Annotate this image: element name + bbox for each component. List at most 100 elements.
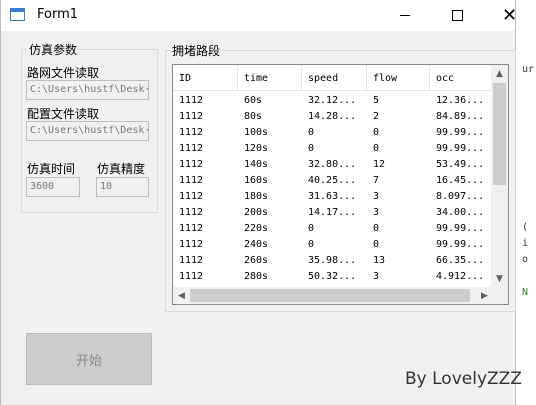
minimize-icon xyxy=(399,15,410,16)
table-cell-id: 1112 xyxy=(179,223,204,234)
table-row[interactable]: 1112 260s 35.98... 13 66.35... xyxy=(173,253,493,269)
table-cell-flow: 2 xyxy=(367,285,430,286)
sim-precision-label: 仿真精度 xyxy=(97,162,146,176)
table-cell-speed: 27.40... xyxy=(302,285,367,286)
sim-params-group-title: 仿真参数 xyxy=(27,41,80,58)
minimize-button[interactable] xyxy=(382,0,427,31)
table-cell-occ: 4.912... xyxy=(436,271,485,282)
table-cell-speed: 40.25... xyxy=(308,175,357,186)
vertical-scrollbar[interactable]: ▲ ▼ xyxy=(491,65,508,287)
table-cell-occ: 16.45... xyxy=(436,175,485,186)
table-cell-occ: 12.36... xyxy=(436,95,485,106)
table-cell-time: 180s xyxy=(244,191,269,202)
config-file-label: 配置文件读取 xyxy=(27,107,100,121)
table-row[interactable]: 1112 140s 32.80... 12 53.49... xyxy=(173,157,493,173)
table-cell-speed: 31.63... xyxy=(308,191,357,202)
table-cell-flow: 7 xyxy=(373,175,380,186)
table-cell-occ: 99.99... xyxy=(436,143,485,154)
watermark-text: By LovelyZZZ xyxy=(405,369,522,389)
sim-time-label: 仿真时间 xyxy=(27,162,76,176)
title-bar[interactable]: Form1 ✕ xyxy=(1,0,517,31)
table-cell-occ: 34.00... xyxy=(436,207,485,218)
column-header-speed[interactable]: speed xyxy=(302,65,367,91)
table-cell-time: 140s xyxy=(244,159,269,170)
table-row[interactable]: 1112 200s 14.17... 3 34.00... xyxy=(173,205,493,221)
congestion-table[interactable]: ID time speed flow occ 1112 60s 32.12... 5 1… xyxy=(172,64,509,305)
column-header-flow[interactable]: flow xyxy=(367,65,430,91)
table-cell-occ: 99.99... xyxy=(436,127,485,138)
app-icon xyxy=(10,8,25,21)
table-row[interactable]: 1112 280s 50.32... 3 4.912... xyxy=(173,269,493,285)
table-body: 1112 60s 32.12... 5 12.36... 1112 80s 14.28... 2… xyxy=(173,93,493,286)
table-cell-occ: 66.35... xyxy=(436,255,485,266)
table-cell-occ: 7.405... xyxy=(430,285,493,286)
scroll-down-icon[interactable]: ▼ xyxy=(491,270,508,287)
table-cell-id: 1112 xyxy=(179,191,204,202)
main-window: Form1 ✕ 仿真参数 路网文件读取 C:\Users\hustf\Desk·… xyxy=(0,0,522,405)
congestion-group-title: 拥堵路段 xyxy=(170,42,223,59)
table-cell-speed: 0 xyxy=(308,127,315,138)
table-cell-time: 120s xyxy=(244,143,269,154)
table-cell-flow: 0 xyxy=(373,239,380,250)
maximize-button[interactable] xyxy=(435,0,480,31)
background-text: ur xyxy=(522,64,535,75)
table-row[interactable]: 1112 240s 0 0 99.99... xyxy=(173,237,493,253)
table-cell-id: 1112 xyxy=(179,271,204,282)
road-file-input[interactable]: C:\Users\hustf\Desk· xyxy=(26,80,149,100)
table-row[interactable]: 1112 60s 32.12... 5 12.36... xyxy=(173,93,493,109)
horizontal-scroll-thumb[interactable] xyxy=(190,289,470,302)
table-cell-id: 1112 xyxy=(173,285,238,286)
vertical-scroll-thumb[interactable] xyxy=(493,83,506,185)
table-cell-time: 280s xyxy=(244,271,269,282)
table-row[interactable]: 1112 160s 40.25... 7 16.45... xyxy=(173,173,493,189)
table-row[interactable]: 1112300s27.40...27.405... xyxy=(173,285,493,286)
table-cell-speed: 35.98... xyxy=(308,255,357,266)
table-cell-occ: 53.49... xyxy=(436,159,485,170)
table-row[interactable]: 1112 220s 0 0 99.99... xyxy=(173,221,493,237)
table-cell-time: 260s xyxy=(244,255,269,266)
horizontal-scrollbar[interactable]: ◀ ▶ xyxy=(173,287,493,304)
table-cell-speed: 50.32... xyxy=(308,271,357,282)
background-text: N xyxy=(522,287,529,298)
scroll-left-icon[interactable]: ◀ xyxy=(173,287,190,304)
table-cell-flow: 0 xyxy=(373,127,380,138)
table-row[interactable]: 1112 100s 0 0 99.99... xyxy=(173,125,493,141)
close-button[interactable]: ✕ xyxy=(487,0,532,31)
table-cell-time: 200s xyxy=(244,207,269,218)
road-file-label: 路网文件读取 xyxy=(27,66,100,80)
maximize-icon xyxy=(452,10,463,21)
column-header-id[interactable]: ID xyxy=(173,65,238,91)
column-header-time[interactable]: time xyxy=(238,65,302,91)
table-cell-flow: 2 xyxy=(373,111,380,122)
table-cell-flow: 12 xyxy=(373,159,386,170)
table-cell-time: 160s xyxy=(244,175,269,186)
table-header: ID time speed flow occ xyxy=(173,65,493,91)
table-cell-flow: 3 xyxy=(373,191,380,202)
table-cell-speed: 14.28... xyxy=(308,111,357,122)
table-cell-id: 1112 xyxy=(179,127,204,138)
table-row[interactable]: 1112 180s 31.63... 3 8.097... xyxy=(173,189,493,205)
start-button[interactable]: 开始 xyxy=(26,333,152,385)
table-cell-speed: 14.17... xyxy=(308,207,357,218)
table-row[interactable]: 1112 120s 0 0 99.99... xyxy=(173,141,493,157)
table-cell-occ: 99.99... xyxy=(436,223,485,234)
sim-precision-input[interactable]: 10 xyxy=(96,177,149,197)
config-file-input[interactable]: C:\Users\hustf\Desk· xyxy=(26,121,149,141)
table-cell-id: 1112 xyxy=(179,159,204,170)
table-cell-flow: 0 xyxy=(373,143,380,154)
table-row[interactable]: 1112 80s 14.28... 2 84.89... xyxy=(173,109,493,125)
table-cell-flow: 3 xyxy=(373,271,380,282)
close-icon: ✕ xyxy=(501,4,518,26)
table-cell-speed: 0 xyxy=(308,143,315,154)
table-cell-speed: 32.12... xyxy=(308,95,357,106)
table-cell-id: 1112 xyxy=(179,143,204,154)
scroll-up-icon[interactable]: ▲ xyxy=(491,65,508,82)
table-cell-time: 100s xyxy=(244,127,269,138)
table-cell-speed: 32.80... xyxy=(308,159,357,170)
table-cell-id: 1112 xyxy=(179,175,204,186)
column-header-occ[interactable]: occ xyxy=(430,65,493,91)
window-title: Form1 xyxy=(37,7,79,22)
sim-time-input[interactable]: 3600 xyxy=(26,177,80,197)
background-text: o xyxy=(522,254,529,265)
table-cell-flow: 0 xyxy=(373,223,380,234)
